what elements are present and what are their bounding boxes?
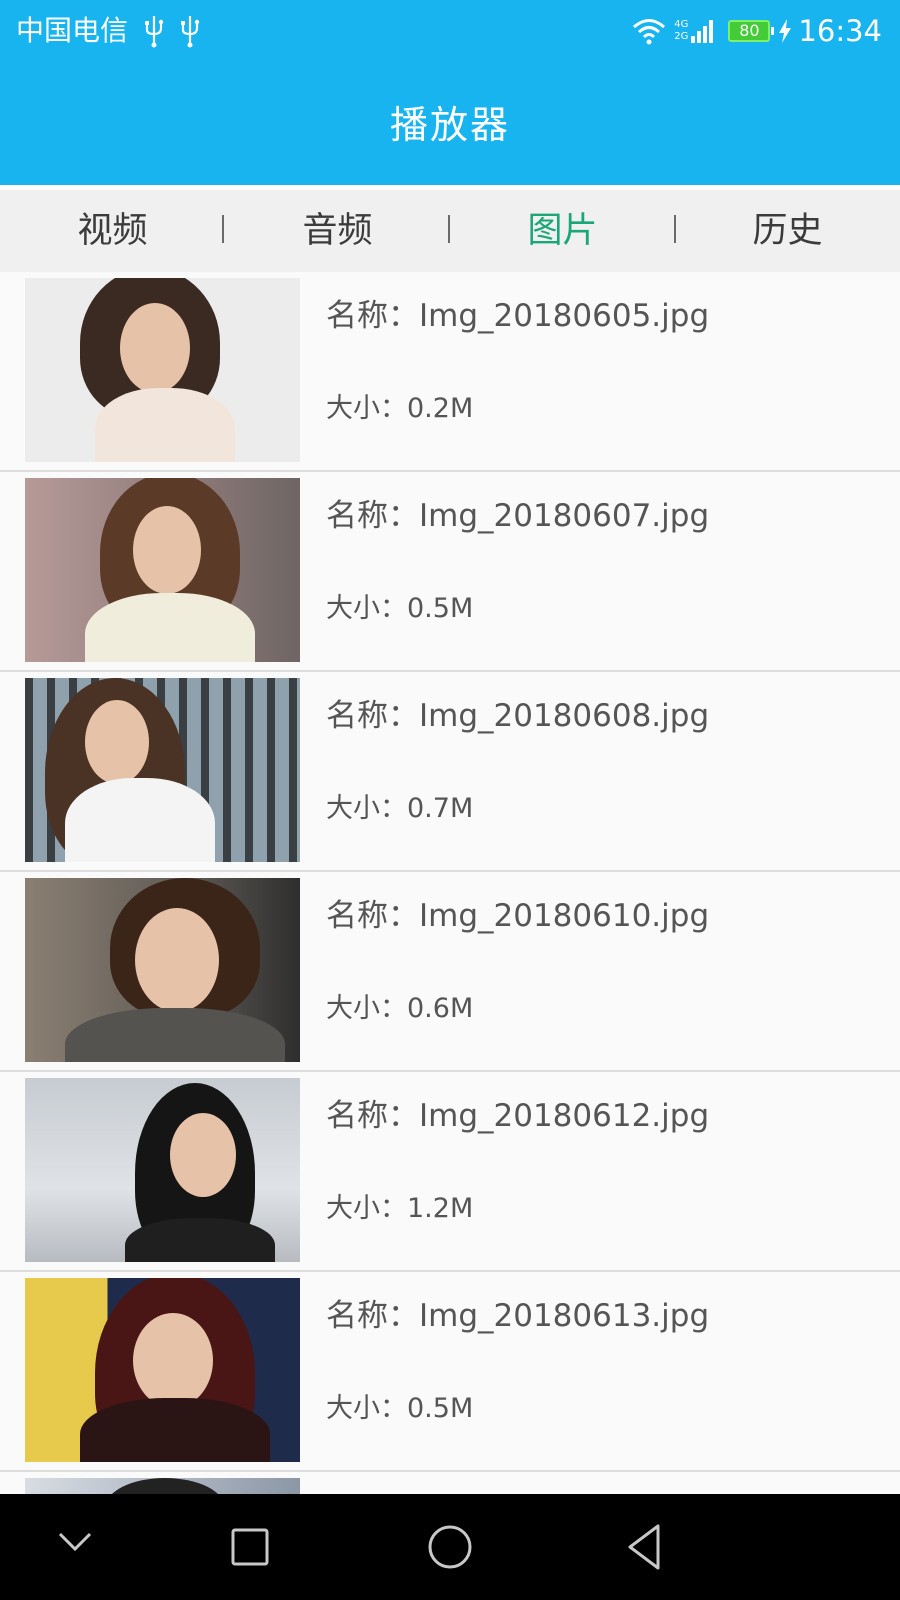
wifi-icon	[633, 19, 666, 45]
signal-icon	[691, 20, 714, 43]
file-size: 大小：0.5M	[326, 593, 474, 624]
image-thumbnail	[25, 278, 300, 462]
image-thumbnail	[25, 678, 300, 862]
list-item[interactable]	[0, 1472, 900, 1494]
image-thumbnail	[25, 478, 300, 662]
file-size: 大小：1.2M	[326, 1193, 474, 1224]
triangle-back-icon	[628, 1524, 660, 1570]
usb-icon	[145, 16, 164, 48]
page-title: 播放器	[389, 103, 510, 147]
tab-video[interactable]: 视频	[0, 190, 225, 272]
app-header: 播放器	[0, 62, 900, 185]
status-bar: 中国电信 4G 2G 80 16:34	[0, 0, 900, 62]
list-item[interactable]: 名称：Img_20180605.jpg 大小：0.2M	[0, 272, 900, 472]
battery-icon: 80	[728, 20, 775, 42]
tab-bar: 视频 音频 图片 历史	[0, 190, 900, 272]
list-item[interactable]: 名称：Img_20180612.jpg 大小：1.2M	[0, 1072, 900, 1272]
chevron-down-icon	[58, 1532, 92, 1552]
back-button[interactable]	[590, 1494, 710, 1600]
hide-keyboard-button[interactable]	[15, 1494, 135, 1600]
file-size: 大小：0.2M	[326, 393, 474, 424]
file-size: 大小：0.6M	[326, 993, 474, 1024]
image-list: 名称：Img_20180605.jpg 大小：0.2M 名称：Img_20180…	[0, 272, 900, 1494]
image-thumbnail	[25, 1078, 300, 1262]
file-name: 名称：Img_20180612.jpg	[326, 1098, 710, 1134]
list-item[interactable]: 名称：Img_20180610.jpg 大小：0.6M	[0, 872, 900, 1072]
tab-images[interactable]: 图片	[450, 190, 675, 272]
usb-icon	[181, 16, 200, 48]
file-size: 大小：0.7M	[326, 793, 474, 824]
tab-separator	[674, 215, 676, 243]
home-button[interactable]	[390, 1494, 510, 1600]
list-item[interactable]: 名称：Img_20180608.jpg 大小：0.7M	[0, 672, 900, 872]
tab-separator	[222, 215, 224, 243]
recent-apps-button[interactable]	[190, 1494, 310, 1600]
file-size: 大小：0.5M	[326, 1393, 474, 1424]
file-name: 名称：Img_20180608.jpg	[326, 698, 710, 734]
image-thumbnail	[25, 1478, 300, 1494]
navigation-bar	[0, 1494, 900, 1600]
tab-history[interactable]: 历史	[675, 190, 900, 272]
file-name: 名称：Img_20180610.jpg	[326, 898, 710, 934]
square-icon	[231, 1528, 269, 1566]
tab-separator	[448, 215, 450, 243]
image-thumbnail	[25, 1278, 300, 1462]
carrier-label: 中国电信	[16, 14, 129, 47]
network-type: 4G 2G	[674, 19, 689, 42]
file-name: 名称：Img_20180613.jpg	[326, 1298, 710, 1334]
circle-icon	[428, 1525, 472, 1569]
list-item[interactable]: 名称：Img_20180613.jpg 大小：0.5M	[0, 1272, 900, 1472]
image-thumbnail	[25, 878, 300, 1062]
charging-icon	[779, 19, 792, 43]
file-name: 名称：Img_20180605.jpg	[326, 298, 710, 334]
clock: 16:34	[798, 14, 882, 48]
file-name: 名称：Img_20180607.jpg	[326, 498, 710, 534]
tab-audio[interactable]: 音频	[225, 190, 450, 272]
list-item[interactable]: 名称：Img_20180607.jpg 大小：0.5M	[0, 472, 900, 672]
